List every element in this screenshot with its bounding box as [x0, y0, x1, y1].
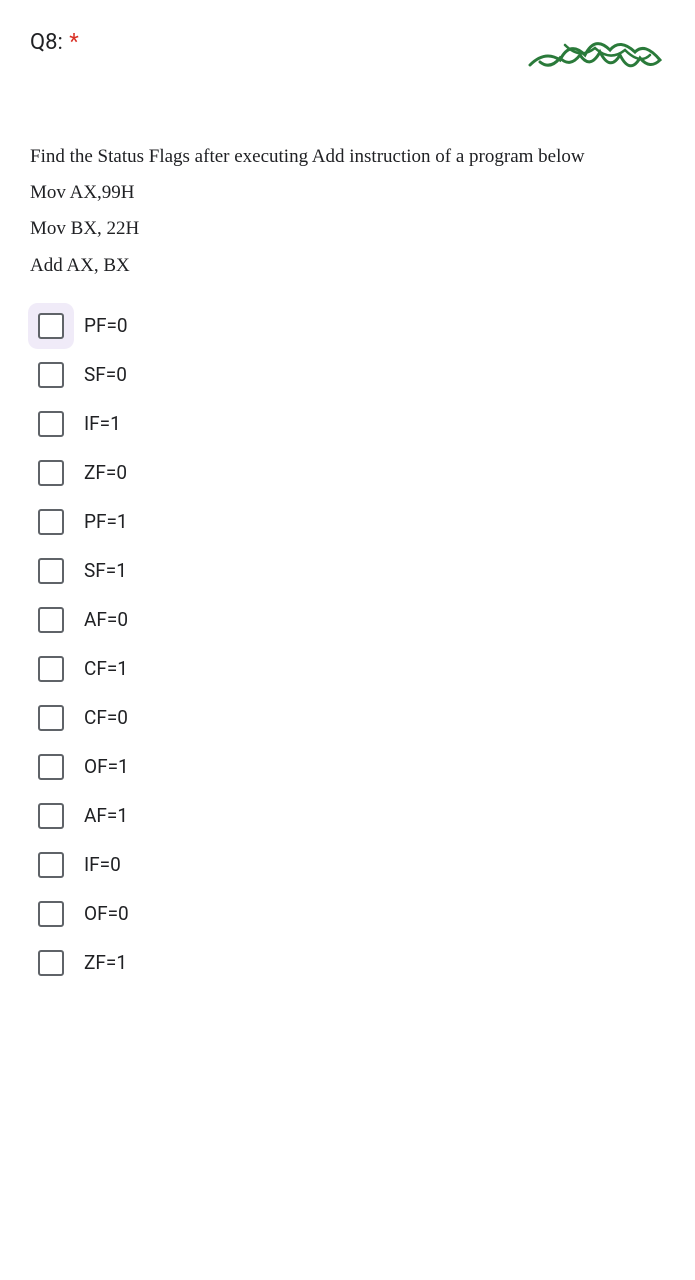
options-list: PF=0 SF=0 IF=1 ZF=0 PF=1 SF=1 AF=0 CF=1 CF=0 OF=1…	[30, 313, 665, 976]
checkbox[interactable]	[38, 460, 64, 486]
checkbox[interactable]	[38, 950, 64, 976]
checkbox[interactable]	[38, 754, 64, 780]
option-item: ZF=0	[38, 460, 665, 486]
checkbox[interactable]	[38, 901, 64, 927]
checkbox[interactable]	[38, 558, 64, 584]
option-item: SF=0	[38, 362, 665, 388]
option-label: CF=0	[84, 706, 128, 729]
question-number: Q8:	[30, 30, 63, 55]
checkbox[interactable]	[38, 313, 64, 339]
prompt-line: Mov BX, 22H	[30, 212, 665, 246]
option-label: PF=0	[84, 314, 128, 337]
option-label: OF=0	[84, 902, 129, 925]
question-number-container: Q8: *	[30, 30, 79, 55]
option-item: AF=1	[38, 803, 665, 829]
prompt-line: Mov AX,99H	[30, 176, 665, 210]
option-item: PF=0	[38, 313, 665, 339]
option-label: OF=1	[84, 755, 129, 778]
option-item: ZF=1	[38, 950, 665, 976]
option-item: AF=0	[38, 607, 665, 633]
checkbox[interactable]	[38, 607, 64, 633]
option-label: PF=1	[84, 510, 128, 533]
option-item: OF=1	[38, 754, 665, 780]
checkbox[interactable]	[38, 411, 64, 437]
checkbox[interactable]	[38, 656, 64, 682]
option-item: CF=0	[38, 705, 665, 731]
checkbox[interactable]	[38, 705, 64, 731]
prompt-line: Add AX, BX	[30, 249, 665, 283]
option-label: AF=1	[84, 804, 128, 827]
option-item: CF=1	[38, 656, 665, 682]
option-item: SF=1	[38, 558, 665, 584]
option-label: ZF=0	[84, 461, 127, 484]
option-label: CF=1	[84, 657, 128, 680]
option-label: SF=0	[84, 363, 127, 386]
signature-scribble	[525, 30, 665, 90]
option-item: IF=1	[38, 411, 665, 437]
option-label: AF=0	[84, 608, 128, 631]
checkbox[interactable]	[38, 852, 64, 878]
prompt-line: Find the Status Flags after executing Ad…	[30, 140, 665, 174]
checkbox[interactable]	[38, 362, 64, 388]
required-indicator: *	[69, 30, 78, 55]
question-prompt: Find the Status Flags after executing Ad…	[30, 140, 665, 283]
option-item: OF=0	[38, 901, 665, 927]
option-item: PF=1	[38, 509, 665, 535]
option-label: IF=1	[84, 412, 121, 435]
question-header: Q8: *	[30, 30, 665, 90]
option-item: IF=0	[38, 852, 665, 878]
option-label: ZF=1	[84, 951, 127, 974]
checkbox[interactable]	[38, 509, 64, 535]
option-label: SF=1	[84, 559, 127, 582]
option-label: IF=0	[84, 853, 121, 876]
checkbox[interactable]	[38, 803, 64, 829]
